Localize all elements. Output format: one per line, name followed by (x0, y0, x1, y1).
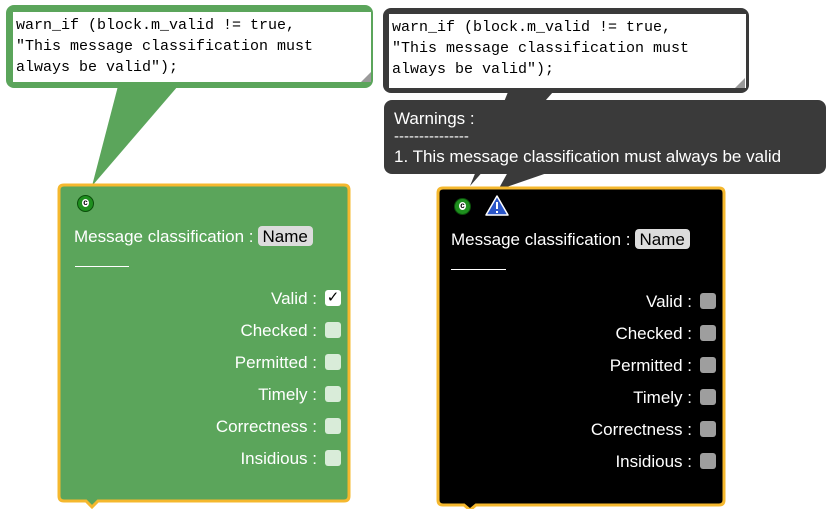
right-label-checked: Checked : (615, 324, 692, 343)
left-label-timely: Timely : (258, 385, 317, 404)
right-label-timely: Timely : (633, 388, 692, 407)
right-code-line1: warn_if (block.m_valid != true, (392, 19, 672, 36)
left-code-line3: always be valid"); (16, 59, 179, 76)
left-checkbox-permitted[interactable] (325, 354, 341, 370)
right-checkbox-checked[interactable] (700, 325, 716, 341)
left-checkbox-insidious[interactable] (325, 450, 341, 466)
right-block-title: Message classification : Name (451, 229, 690, 250)
right-label-permitted: Permitted : (609, 356, 692, 375)
right-checkbox-correctness[interactable] (700, 421, 716, 437)
right-checkbox-permitted[interactable] (700, 357, 716, 373)
left-name-field[interactable]: Name (257, 226, 313, 246)
comment-icon-letter: c (82, 198, 89, 207)
left-checkbox-correctness[interactable] (325, 418, 341, 434)
warnings-title: Warnings : (394, 109, 475, 128)
right-checkbox-valid[interactable] (700, 293, 716, 309)
left-checkbox-valid[interactable]: ✓ (325, 290, 341, 306)
right-name-field[interactable]: Name (634, 229, 690, 249)
left-comment-code: warn_if (block.m_valid != true, "This me… (16, 15, 313, 78)
right-label-valid: Valid : (646, 292, 692, 311)
right-checkbox-insidious[interactable] (700, 453, 716, 469)
left-label-correctness: Correctness : (215, 417, 317, 436)
right-checkbox-timely[interactable] (700, 389, 716, 405)
comment-icon[interactable]: c (77, 195, 94, 212)
left-comment-tail (92, 86, 178, 186)
left-divider (75, 266, 129, 267)
right-label-correctness: Correctness : (590, 420, 692, 439)
left-code-line2: "This message classification must (16, 38, 314, 55)
warning-item: 1. This message classification must alwa… (394, 147, 782, 166)
right-divider (451, 269, 506, 270)
left-code-line1: warn_if (block.m_valid != true, (16, 17, 296, 34)
right-comment-code: warn_if (block.m_valid != true, "This me… (392, 17, 689, 80)
comment-icon[interactable]: c (454, 198, 471, 215)
left-label-permitted: Permitted : (234, 353, 317, 372)
left-label-insidious: Insidious : (240, 449, 317, 468)
comment-icon-letter: c (459, 201, 466, 210)
left-label-checked: Checked : (240, 321, 317, 340)
left-block-title: Message classification : Name (74, 226, 313, 247)
warnings-separator: --------------- (394, 128, 469, 145)
right-title-label: Message classification : (451, 230, 631, 249)
left-label-valid: Valid : (271, 289, 317, 308)
left-checkbox-timely[interactable] (325, 386, 341, 402)
left-title-label: Message classification : (74, 227, 254, 246)
left-checkbox-checked[interactable] (325, 322, 341, 338)
right-code-line2: "This message classification must (392, 40, 690, 57)
right-code-line3: always be valid"); (392, 61, 555, 78)
right-label-insidious: Insidious : (615, 452, 692, 471)
